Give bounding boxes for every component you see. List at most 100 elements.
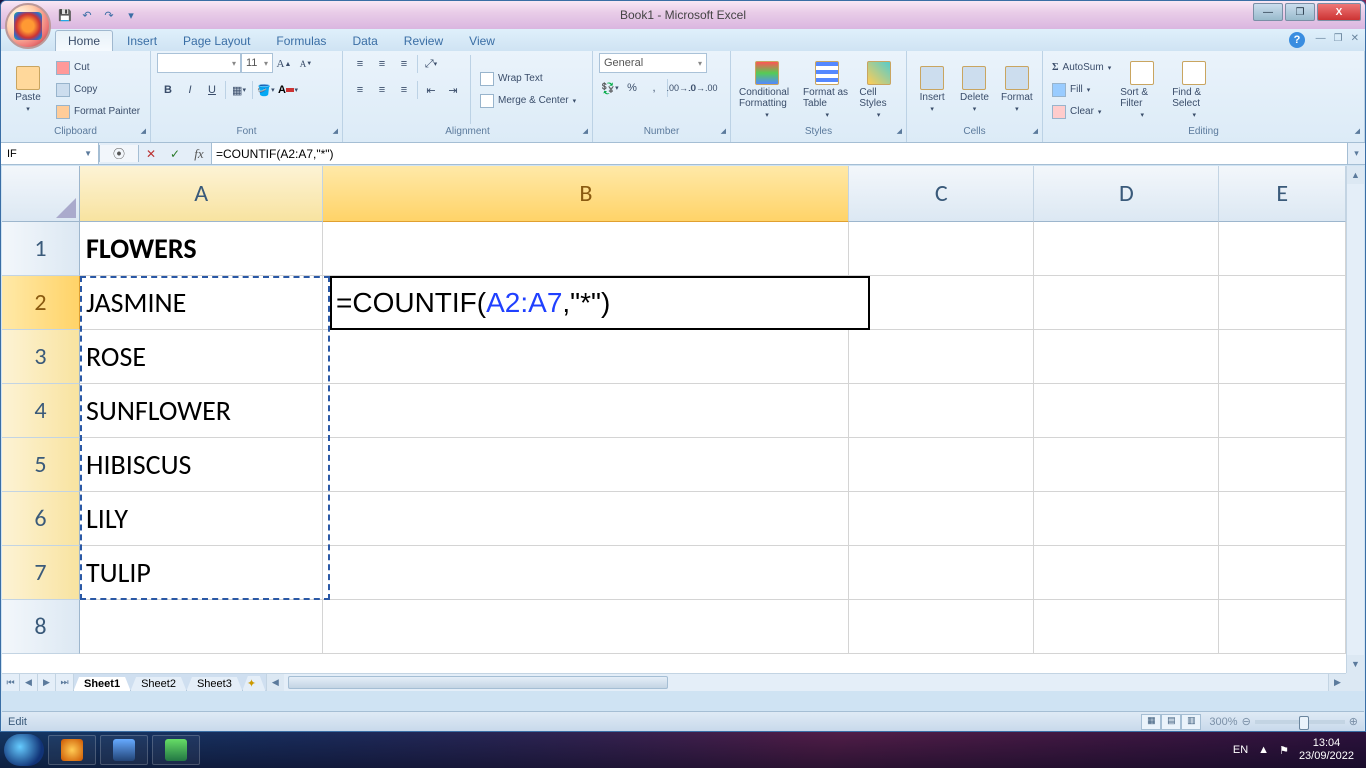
view-normal-button[interactable]: ▦ bbox=[1141, 714, 1161, 730]
cell-A2[interactable]: JASMINE bbox=[80, 276, 323, 330]
sheet-nav-last[interactable]: ⏭ bbox=[56, 674, 74, 691]
row-header-3[interactable]: 3 bbox=[2, 330, 80, 384]
autosum-button[interactable]: ΣAutoSum ▾ bbox=[1049, 58, 1114, 78]
decrease-decimal-button[interactable]: .0→.00 bbox=[692, 77, 714, 99]
paste-button[interactable]: Paste▾ bbox=[7, 53, 49, 126]
cell-D4[interactable] bbox=[1034, 384, 1219, 438]
grow-font-button[interactable]: A▲ bbox=[273, 53, 295, 75]
zoom-slider[interactable] bbox=[1255, 720, 1345, 724]
horizontal-scrollbar[interactable]: ◀ ▶ bbox=[266, 674, 1346, 691]
worksheet-grid[interactable]: ABCDE 12345678 FLOWERSJASMINEROSESUNFLOW… bbox=[2, 166, 1364, 691]
taskbar-app-excel[interactable] bbox=[152, 735, 200, 765]
border-button[interactable]: ▦▾ bbox=[228, 79, 250, 101]
cell-B4[interactable] bbox=[323, 384, 848, 438]
cell-D1[interactable] bbox=[1034, 222, 1219, 276]
row-header-7[interactable]: 7 bbox=[2, 546, 80, 600]
comma-format-button[interactable]: , bbox=[643, 77, 665, 99]
decrease-indent-button[interactable]: ⇤ bbox=[420, 79, 442, 101]
align-left-button[interactable]: ≡ bbox=[349, 79, 371, 101]
vertical-scrollbar[interactable]: ▲ ▼ bbox=[1346, 166, 1364, 673]
window-close[interactable]: X bbox=[1317, 3, 1361, 21]
col-header-C[interactable]: C bbox=[849, 166, 1034, 222]
cell-C7[interactable] bbox=[849, 546, 1034, 600]
cell-A7[interactable]: TULIP bbox=[80, 546, 323, 600]
cancel-formula-button[interactable]: ✕ bbox=[139, 147, 163, 161]
scroll-down-button[interactable]: ▼ bbox=[1347, 655, 1364, 673]
taskbar-app-1[interactable] bbox=[48, 735, 96, 765]
merge-center-button[interactable]: Merge & Center ▾ bbox=[477, 91, 579, 111]
zoom-level[interactable]: 300% bbox=[1209, 716, 1237, 728]
formula-bar[interactable]: =COUNTIF(A2:A7,"*") bbox=[212, 143, 1347, 164]
wrap-text-button[interactable]: Wrap Text bbox=[477, 69, 579, 89]
tab-home[interactable]: Home bbox=[55, 30, 113, 51]
col-header-B[interactable]: B bbox=[323, 166, 849, 222]
align-right-button[interactable]: ≡ bbox=[393, 79, 415, 101]
cell-D6[interactable] bbox=[1034, 492, 1219, 546]
format-as-table-button[interactable]: Format as Table▾ bbox=[801, 53, 853, 126]
percent-format-button[interactable]: % bbox=[621, 77, 643, 99]
tab-insert[interactable]: Insert bbox=[115, 31, 169, 51]
cell-B8[interactable] bbox=[323, 600, 848, 654]
sort-filter-button[interactable]: Sort & Filter▾ bbox=[1118, 53, 1166, 126]
row-header-6[interactable]: 6 bbox=[2, 492, 80, 546]
qat-undo[interactable]: ↶ bbox=[77, 5, 97, 25]
tab-review[interactable]: Review bbox=[392, 31, 455, 51]
zoom-in-button[interactable]: ⊕ bbox=[1349, 715, 1358, 728]
new-sheet-button[interactable]: ✦ bbox=[242, 676, 266, 691]
row-header-1[interactable]: 1 bbox=[2, 222, 80, 276]
cell-styles-button[interactable]: Cell Styles▾ bbox=[857, 53, 900, 126]
cell-D7[interactable] bbox=[1034, 546, 1219, 600]
orientation-button[interactable]: ⤢▾ bbox=[420, 53, 442, 75]
cell-E8[interactable] bbox=[1219, 600, 1346, 654]
view-page-break-button[interactable]: ▥ bbox=[1181, 714, 1201, 730]
cell-A3[interactable]: ROSE bbox=[80, 330, 323, 384]
sheet-tab-3[interactable]: Sheet3 bbox=[186, 677, 243, 691]
cell-A5[interactable]: HIBISCUS bbox=[80, 438, 323, 492]
insert-function-button[interactable]: fx bbox=[187, 146, 211, 162]
tray-flag-icon[interactable]: ⚑ bbox=[1279, 744, 1289, 757]
cell-B5[interactable] bbox=[323, 438, 848, 492]
number-format-combo[interactable]: General▾ bbox=[599, 53, 707, 73]
sheet-nav-next[interactable]: ▶ bbox=[38, 674, 56, 691]
editing-cell[interactable]: =COUNTIF(A2:A7,"*") bbox=[330, 276, 870, 330]
col-header-E[interactable]: E bbox=[1219, 166, 1346, 222]
cell-E7[interactable] bbox=[1219, 546, 1346, 600]
select-all-corner[interactable] bbox=[2, 166, 80, 222]
cell-E3[interactable] bbox=[1219, 330, 1346, 384]
qat-customize[interactable]: ▾ bbox=[121, 5, 141, 25]
window-minimize[interactable]: — bbox=[1253, 3, 1283, 21]
tray-clock[interactable]: 13:04 23/09/2022 bbox=[1299, 737, 1354, 763]
fill-button[interactable]: Fill ▾ bbox=[1049, 80, 1114, 100]
cell-E1[interactable] bbox=[1219, 222, 1346, 276]
ribbon-minimize[interactable]: — bbox=[1316, 33, 1326, 44]
font-size-combo[interactable]: 11▾ bbox=[241, 53, 273, 73]
help-icon[interactable]: ? bbox=[1289, 32, 1305, 48]
hscroll-thumb[interactable] bbox=[288, 676, 668, 689]
cell-C1[interactable] bbox=[849, 222, 1034, 276]
qat-save[interactable]: 💾 bbox=[55, 5, 75, 25]
sheet-tab-1[interactable]: Sheet1 bbox=[73, 677, 131, 691]
underline-button[interactable]: U bbox=[201, 79, 223, 101]
find-select-button[interactable]: Find & Select▾ bbox=[1170, 53, 1218, 126]
cell-C8[interactable] bbox=[849, 600, 1034, 654]
window-maximize[interactable]: ❐ bbox=[1285, 3, 1315, 21]
bold-button[interactable]: B bbox=[157, 79, 179, 101]
scroll-left-button[interactable]: ◀ bbox=[266, 674, 284, 691]
cell-C4[interactable] bbox=[849, 384, 1034, 438]
increase-indent-button[interactable]: ⇥ bbox=[442, 79, 464, 101]
cell-D5[interactable] bbox=[1034, 438, 1219, 492]
cell-D8[interactable] bbox=[1034, 600, 1219, 654]
sheet-nav-prev[interactable]: ◀ bbox=[20, 674, 38, 691]
shrink-font-button[interactable]: A▼ bbox=[295, 53, 317, 75]
taskbar-app-word[interactable] bbox=[100, 735, 148, 765]
copy-button[interactable]: Copy bbox=[53, 80, 143, 100]
align-bottom-button[interactable]: ≡ bbox=[393, 53, 415, 75]
cell-E6[interactable] bbox=[1219, 492, 1346, 546]
cell-A4[interactable]: SUNFLOWER bbox=[80, 384, 323, 438]
cell-B1[interactable] bbox=[323, 222, 848, 276]
cell-E2[interactable] bbox=[1219, 276, 1346, 330]
clear-button[interactable]: Clear ▾ bbox=[1049, 102, 1114, 122]
cell-C3[interactable] bbox=[849, 330, 1034, 384]
align-top-button[interactable]: ≡ bbox=[349, 53, 371, 75]
cell-B7[interactable] bbox=[323, 546, 848, 600]
